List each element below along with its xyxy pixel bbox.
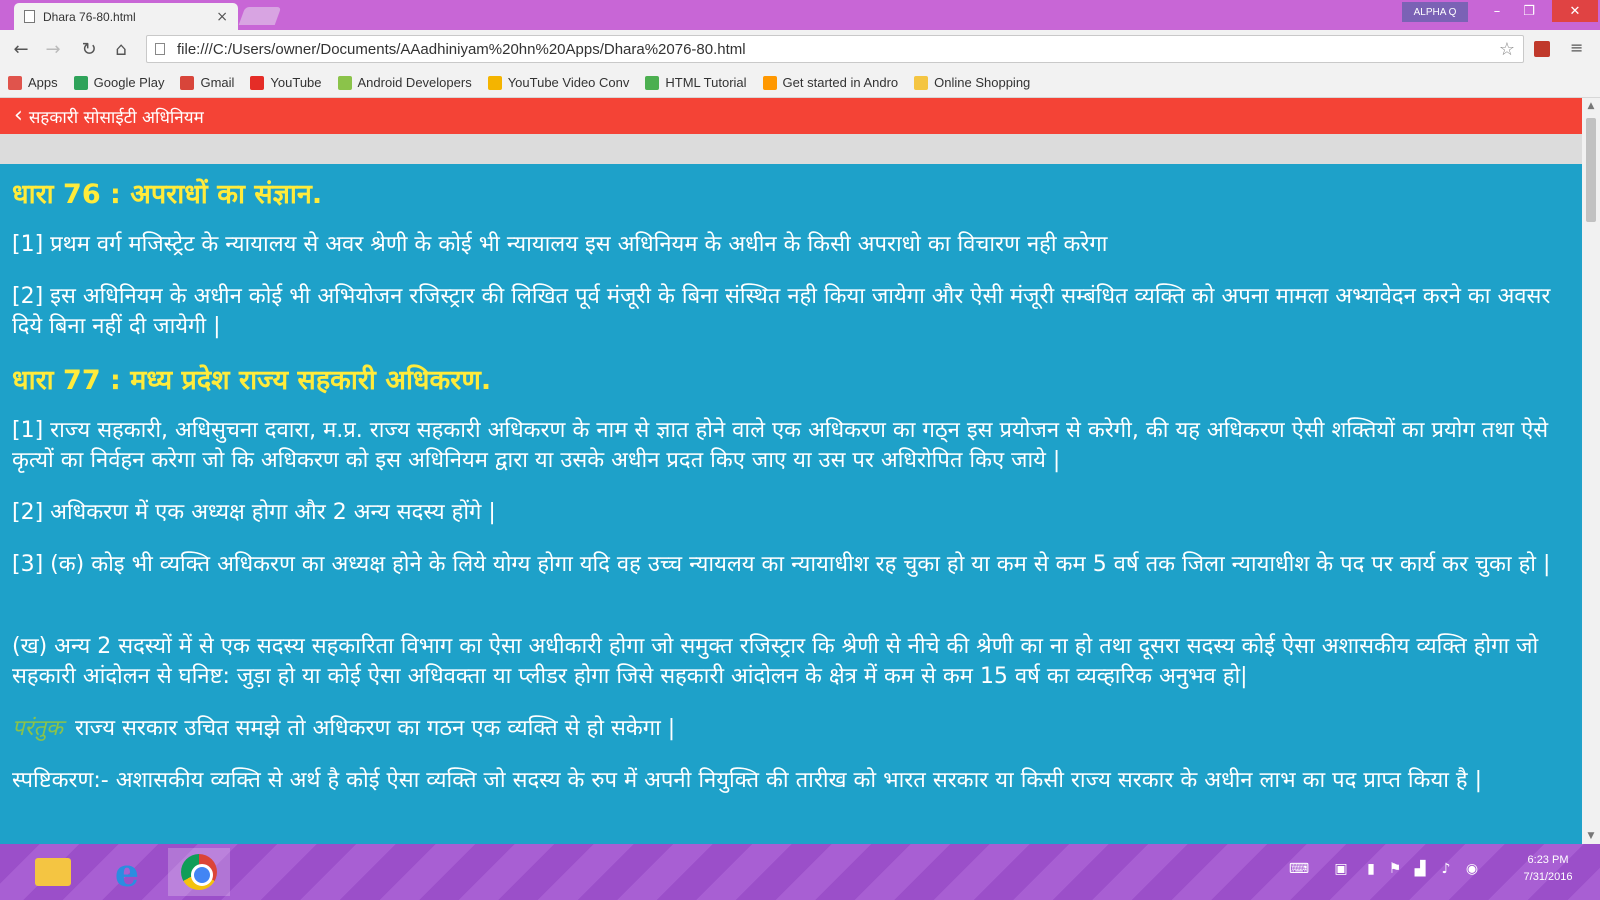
bookmarks-bar: Apps Google Play Gmail YouTube Android Devel…: [0, 68, 1600, 98]
document-icon: [24, 10, 35, 23]
app-title: सहकारी सोसाईटी अधिनियम: [28, 107, 204, 128]
header-spacer: [0, 134, 1582, 164]
explanation-paragraph: स्पष्टिकरण:- अशासकीय व्यक्ति से अर्थ है …: [12, 768, 1482, 793]
bookmark-favicon-icon: [645, 75, 660, 90]
bookmark-item[interactable]: Google Play: [73, 75, 165, 90]
bookmark-label: Gmail: [200, 75, 235, 90]
bookmark-label: Android Developers: [357, 75, 472, 90]
taskbar: e ⌨ ▣ ▮ ⚑ ▟ ♪ ◉ 6:23 PM 7/31/2016: [0, 844, 1600, 900]
bookmark-item[interactable]: YouTube Video Conv: [487, 75, 630, 90]
extension-icon[interactable]: [1534, 41, 1550, 57]
bookmark-label: YouTube Video Conv: [507, 75, 630, 90]
browser-toolbar: ← → ↻ ⌂ file:///C:/Users/owner/Documents…: [0, 30, 1600, 68]
new-tab-button[interactable]: [238, 7, 282, 25]
bookmark-favicon-icon: [337, 75, 352, 90]
bookmark-label: YouTube: [270, 75, 322, 90]
bookmark-favicon-icon: [8, 75, 22, 90]
page-icon: [155, 43, 165, 55]
clock-time: 6:23 PM: [1527, 854, 1569, 866]
bookmark-favicon-icon: [180, 75, 195, 90]
section-77-clause-2: [2] अधिकरण में एक अध्यक्ष होगा और 2 अन्य…: [12, 500, 496, 525]
section-76-clause-2: [2] इस अधिनियम के अधीन कोई भी अभियोजन रज…: [12, 284, 1551, 339]
scroll-down-icon[interactable]: ▼: [1582, 828, 1600, 844]
section-76-clause-1: [1] प्रथम वर्ग मजिस्ट्रेट के न्यायालय से…: [12, 232, 1108, 257]
security-icon[interactable]: ◉: [1462, 858, 1482, 880]
bookmark-label: HTML Tutorial: [665, 75, 747, 90]
usb-icon[interactable]: ▮: [1362, 858, 1380, 880]
vertical-scrollbar[interactable]: ▲ ▼: [1582, 98, 1600, 844]
bookmark-label: Get started in Andro: [782, 75, 899, 90]
window-close-icon[interactable]: ✕: [1552, 0, 1598, 22]
clock-date: 7/31/2016: [1523, 871, 1573, 883]
tab-close-icon[interactable]: ×: [216, 9, 228, 25]
bookmark-favicon-icon: [487, 75, 502, 90]
profile-badge[interactable]: ALPHA Q: [1402, 2, 1468, 22]
section-77-clause-3b: (ख) अन्य 2 सदस्यों में से एक सदस्य सहकार…: [12, 634, 1539, 689]
url-text[interactable]: file:///C:/Users/owner/Documents/AAadhin…: [177, 41, 1499, 58]
chevron-left-icon[interactable]: ‹: [14, 105, 23, 127]
bookmark-label: Google Play: [93, 75, 165, 90]
reload-icon[interactable]: ↻: [78, 38, 100, 60]
home-icon[interactable]: ⌂: [110, 38, 132, 60]
bookmark-item[interactable]: Get started in Andro: [762, 75, 899, 90]
browser-tab[interactable]: Dhara 76-80.html ×: [14, 3, 238, 30]
volume-icon[interactable]: ♪: [1436, 858, 1456, 880]
bookmark-label: Online Shopping: [934, 75, 1031, 90]
bookmark-item[interactable]: Gmail: [180, 75, 234, 90]
back-arrow-icon[interactable]: ←: [10, 38, 32, 60]
tray-app-icon[interactable]: ▣: [1330, 858, 1352, 880]
menu-icon[interactable]: ≡: [1570, 40, 1586, 56]
file-explorer-button[interactable]: [22, 848, 84, 896]
minimize-icon[interactable]: –: [1482, 0, 1512, 22]
bookmark-favicon-icon: [250, 75, 265, 90]
section-77-heading: धारा 77 : मध्य प्रदेश राज्य सहकारी अधिकर…: [12, 365, 492, 396]
address-bar[interactable]: file:///C:/Users/owner/Documents/AAadhin…: [146, 35, 1524, 63]
proviso-text: राज्य सरकार उचित समझे तो अधिकरण का गठन ए…: [74, 716, 676, 741]
proviso-paragraph: परंतुक राज्य सरकार उचित समझे तो अधिकरण का…: [12, 714, 1568, 744]
section-76-heading: धारा 76 : अपराधों का संज्ञान.: [12, 179, 323, 210]
bookmark-item[interactable]: YouTube: [250, 75, 322, 90]
scroll-up-icon[interactable]: ▲: [1582, 98, 1600, 114]
network-icon[interactable]: ▟: [1410, 858, 1430, 880]
chrome-button[interactable]: [168, 848, 230, 896]
restore-icon[interactable]: ❐: [1514, 0, 1544, 22]
internet-explorer-button[interactable]: e: [96, 848, 158, 896]
forward-arrow-icon[interactable]: →: [42, 38, 64, 60]
bookmark-item[interactable]: Apps: [8, 75, 58, 90]
bookmark-favicon-icon: [762, 75, 777, 90]
section-77-clause-1: [1] राज्य सहकारी, अधिसुचना दवारा, म.प्र.…: [12, 418, 1549, 473]
bookmark-favicon-icon: [73, 75, 88, 90]
bookmark-label: Apps: [28, 75, 58, 90]
bookmark-item[interactable]: HTML Tutorial: [645, 75, 747, 90]
page-viewport: ‹ सहकारी सोसाईटी अधिनियम धारा 76 : अपराध…: [0, 98, 1582, 844]
content-area: धारा 76 : अपराधों का संज्ञान. [1] प्रथम …: [0, 164, 1582, 844]
section-77-clause-3a: [3] (क) कोइ भी व्यक्ति अधिकरण का अध्यक्ष…: [12, 552, 1551, 577]
flag-icon[interactable]: ⚑: [1386, 858, 1404, 880]
proviso-label: परंतुक: [12, 716, 63, 741]
app-header: ‹ सहकारी सोसाईटी अधिनियम: [0, 98, 1582, 134]
bookmark-favicon-icon: [914, 75, 929, 90]
system-clock[interactable]: 6:23 PM 7/31/2016: [1508, 852, 1588, 886]
bookmark-star-icon[interactable]: ☆: [1499, 39, 1515, 60]
browser-titlebar: Dhara 76-80.html × ALPHA Q – ❐ ✕: [0, 0, 1600, 30]
keyboard-icon[interactable]: ⌨: [1282, 858, 1316, 880]
bookmark-item[interactable]: Online Shopping: [914, 75, 1030, 90]
internet-explorer-icon: e: [114, 849, 140, 895]
chrome-icon: [181, 854, 217, 890]
tab-title: Dhara 76-80.html: [43, 9, 136, 24]
scroll-thumb[interactable]: [1586, 118, 1596, 222]
bookmark-item[interactable]: Android Developers: [337, 75, 472, 90]
folder-icon: [35, 858, 71, 886]
